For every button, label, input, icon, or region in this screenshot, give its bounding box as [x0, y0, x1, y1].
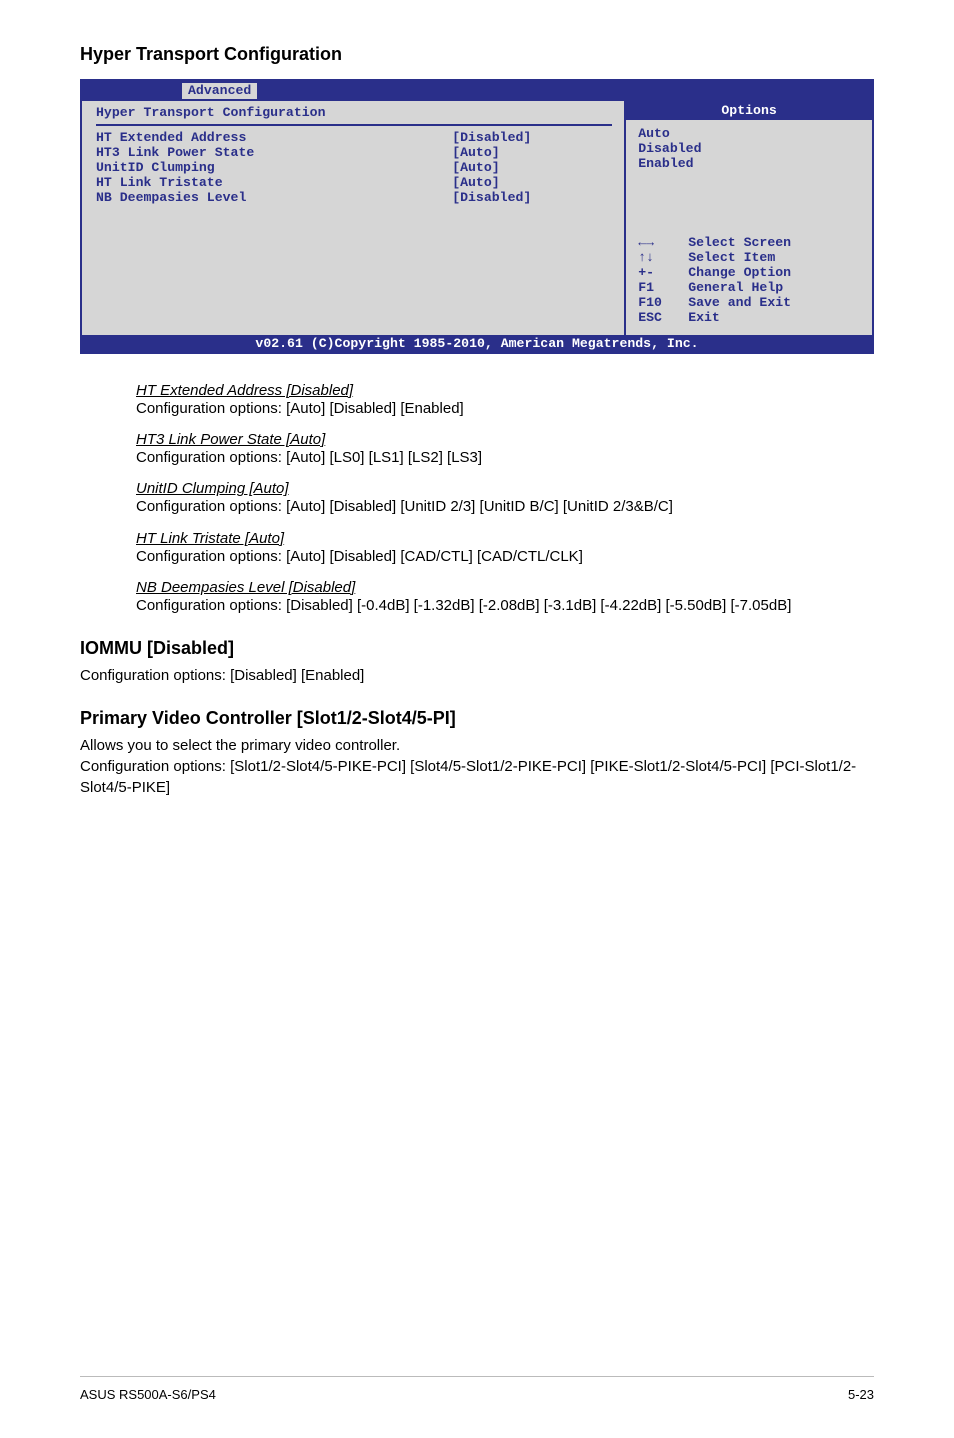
nav-key: ←→ — [638, 235, 688, 250]
item-body: Configuration options: [Auto] [Disabled]… — [136, 547, 874, 567]
pvc-body: Allows you to select the primary video c… — [80, 735, 874, 798]
item-title: HT Extended Address [Disabled] — [136, 382, 874, 399]
footer-right: 5-23 — [848, 1387, 874, 1402]
bios-setting-row: NB Deempasies Level[Disabled] — [96, 190, 612, 205]
iommu-heading: IOMMU [Disabled] — [80, 638, 874, 659]
bios-setting-row: HT3 Link Power State[Auto] — [96, 145, 612, 160]
nav-action: Exit — [688, 310, 720, 325]
divider — [96, 124, 612, 126]
bios-setting-value: [Auto] — [452, 160, 612, 175]
bios-setting-row: UnitID Clumping[Auto] — [96, 160, 612, 175]
item-body: Configuration options: [Auto] [LS0] [LS1… — [136, 448, 874, 468]
nav-action: General Help — [688, 280, 783, 295]
iommu-body: Configuration options: [Disabled] [Enabl… — [80, 665, 874, 686]
footer-left: ASUS RS500A-S6/PS4 — [80, 1387, 216, 1402]
bios-setting-row: HT Extended Address[Disabled] — [96, 130, 612, 145]
bios-setting-row: HT Link Tristate[Auto] — [96, 175, 612, 190]
item-title: UnitID Clumping [Auto] — [136, 480, 874, 497]
nav-action: Save and Exit — [688, 295, 791, 310]
bios-right-panel: Options Auto Disabled Enabled ←→Select S… — [626, 101, 872, 335]
bios-option: Disabled — [638, 141, 860, 156]
bios-option: Enabled — [638, 156, 860, 171]
nav-key: ESC — [638, 310, 688, 325]
nav-key: F10 — [638, 295, 688, 310]
item-body: Configuration options: [Disabled] [-0.4d… — [136, 596, 874, 616]
bios-screenshot: Advanced Hyper Transport Configuration H… — [80, 79, 874, 354]
bios-option: Auto — [638, 126, 860, 141]
bios-left-panel: Hyper Transport Configuration HT Extende… — [82, 101, 626, 335]
pvc-heading: Primary Video Controller [Slot1/2-Slot4/… — [80, 708, 874, 729]
bios-tab-advanced: Advanced — [182, 83, 257, 99]
nav-key: F1 — [638, 280, 688, 295]
bios-setting-label: HT Extended Address — [96, 130, 452, 145]
bios-nav-help: ←→Select Screen ↑↓Select Item +-Change O… — [626, 231, 872, 335]
item-title: HT Link Tristate [Auto] — [136, 530, 874, 547]
settings-description-block: HT Extended Address [Disabled] Configura… — [136, 382, 874, 616]
nav-key: ↑↓ — [638, 250, 688, 265]
bios-tab-bar: Advanced — [82, 81, 872, 101]
item-body: Configuration options: [Auto] [Disabled]… — [136, 497, 874, 517]
bios-setting-label: HT Link Tristate — [96, 175, 452, 190]
bios-options-title: Options — [626, 101, 872, 120]
item-body: Configuration options: [Auto] [Disabled]… — [136, 399, 874, 419]
bios-setting-value: [Auto] — [452, 175, 612, 190]
bios-setting-value: [Disabled] — [452, 130, 612, 145]
bios-setting-label: UnitID Clumping — [96, 160, 452, 175]
bios-setting-value: [Auto] — [452, 145, 612, 160]
bios-setting-label: NB Deempasies Level — [96, 190, 452, 205]
page-footer: ASUS RS500A-S6/PS4 5-23 — [80, 1376, 874, 1402]
item-title: NB Deempasies Level [Disabled] — [136, 579, 874, 596]
nav-key: +- — [638, 265, 688, 280]
item-title: HT3 Link Power State [Auto] — [136, 431, 874, 448]
nav-action: Change Option — [688, 265, 791, 280]
nav-action: Select Screen — [688, 235, 791, 250]
bios-panel-title: Hyper Transport Configuration — [96, 105, 612, 122]
section-heading: Hyper Transport Configuration — [80, 44, 874, 65]
bios-setting-value: [Disabled] — [452, 190, 612, 205]
nav-action: Select Item — [688, 250, 775, 265]
bios-copyright: v02.61 (C)Copyright 1985-2010, American … — [82, 335, 872, 352]
bios-setting-label: HT3 Link Power State — [96, 145, 452, 160]
